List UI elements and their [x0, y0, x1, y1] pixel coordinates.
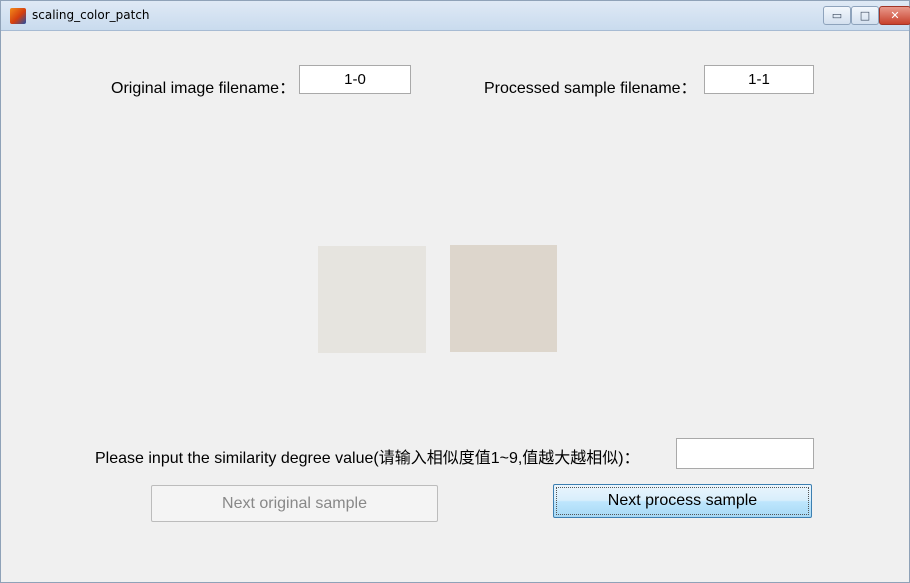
processed-filename-label: Processed sample filename： [484, 80, 697, 97]
minimize-button[interactable]: ▭ [823, 6, 851, 25]
processed-filename-field[interactable]: 1-1 [704, 65, 814, 94]
window-title: scaling_color_patch [32, 8, 150, 22]
maximize-button[interactable]: □ [851, 6, 879, 25]
close-button[interactable]: ✕ [879, 6, 910, 25]
app-window: scaling_color_patch ▭ □ ✕ Original image… [0, 0, 910, 583]
matlab-icon [10, 8, 26, 24]
original-filename-label: Original image filename： [111, 80, 296, 97]
similarity-label: Please input the similarity degree value… [95, 450, 640, 467]
processed-color-patch [450, 245, 557, 352]
original-color-patch [318, 246, 426, 353]
original-filename-field[interactable]: 1-0 [299, 65, 411, 94]
next-original-sample-button[interactable]: Next original sample [151, 485, 438, 522]
next-process-sample-button[interactable]: Next process sample [553, 484, 812, 518]
similarity-input[interactable] [676, 438, 814, 469]
title-bar[interactable]: scaling_color_patch ▭ □ ✕ [1, 1, 910, 31]
